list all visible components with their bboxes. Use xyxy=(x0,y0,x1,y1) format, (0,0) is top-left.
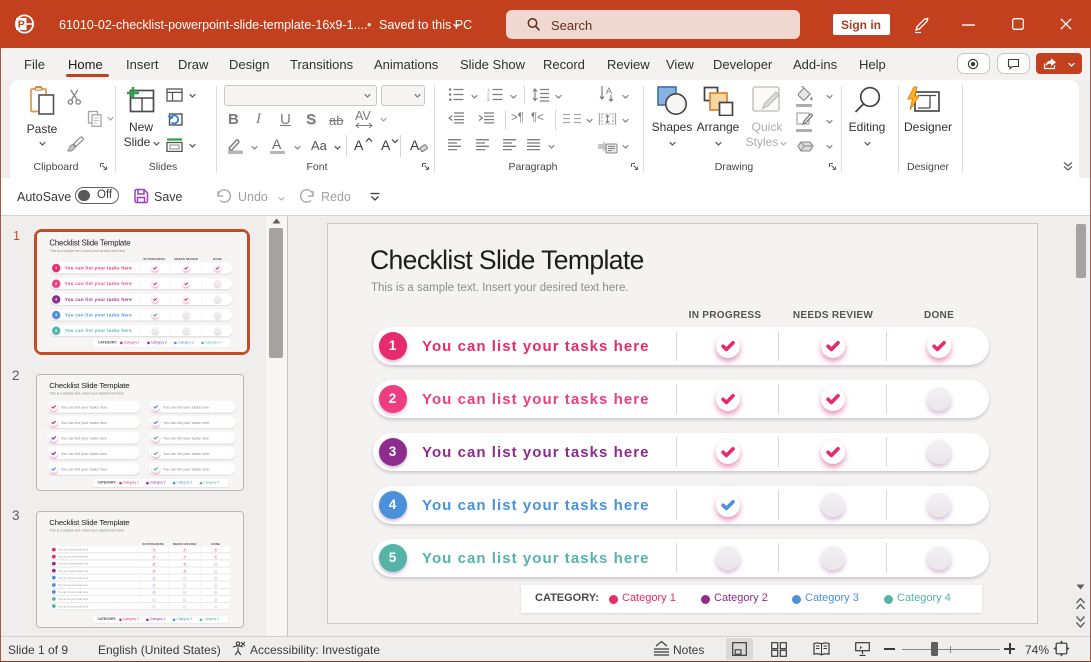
svg-text:P: P xyxy=(18,19,25,31)
svg-text:3: 3 xyxy=(487,97,490,101)
svg-text:A: A xyxy=(606,86,612,96)
